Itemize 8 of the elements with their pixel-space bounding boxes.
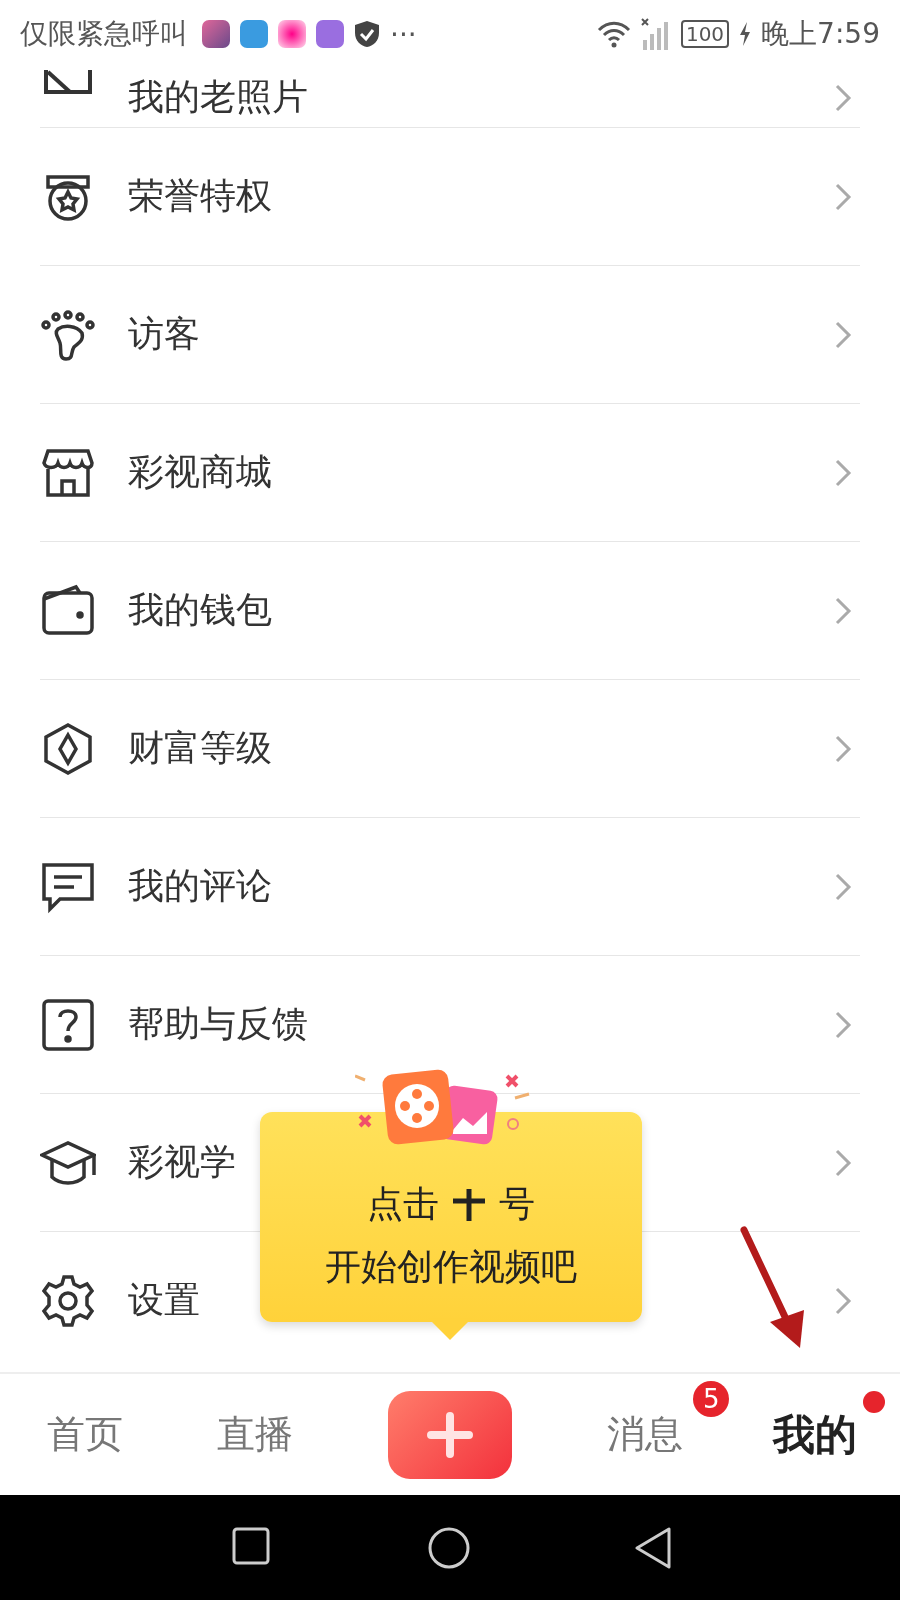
battery-level: 100 [680, 20, 730, 48]
clock: 晚上7:59 [761, 16, 880, 52]
unread-badge: 5 [693, 1381, 730, 1417]
tooltip-text: 点击 [367, 1182, 439, 1226]
tooltip-text: 开始创作视频吧 [325, 1245, 577, 1289]
more-notifications: ··· [390, 17, 417, 51]
status-notice: 仅限紧急呼叫 [20, 16, 188, 52]
tooltip-text: 号 [499, 1182, 535, 1226]
